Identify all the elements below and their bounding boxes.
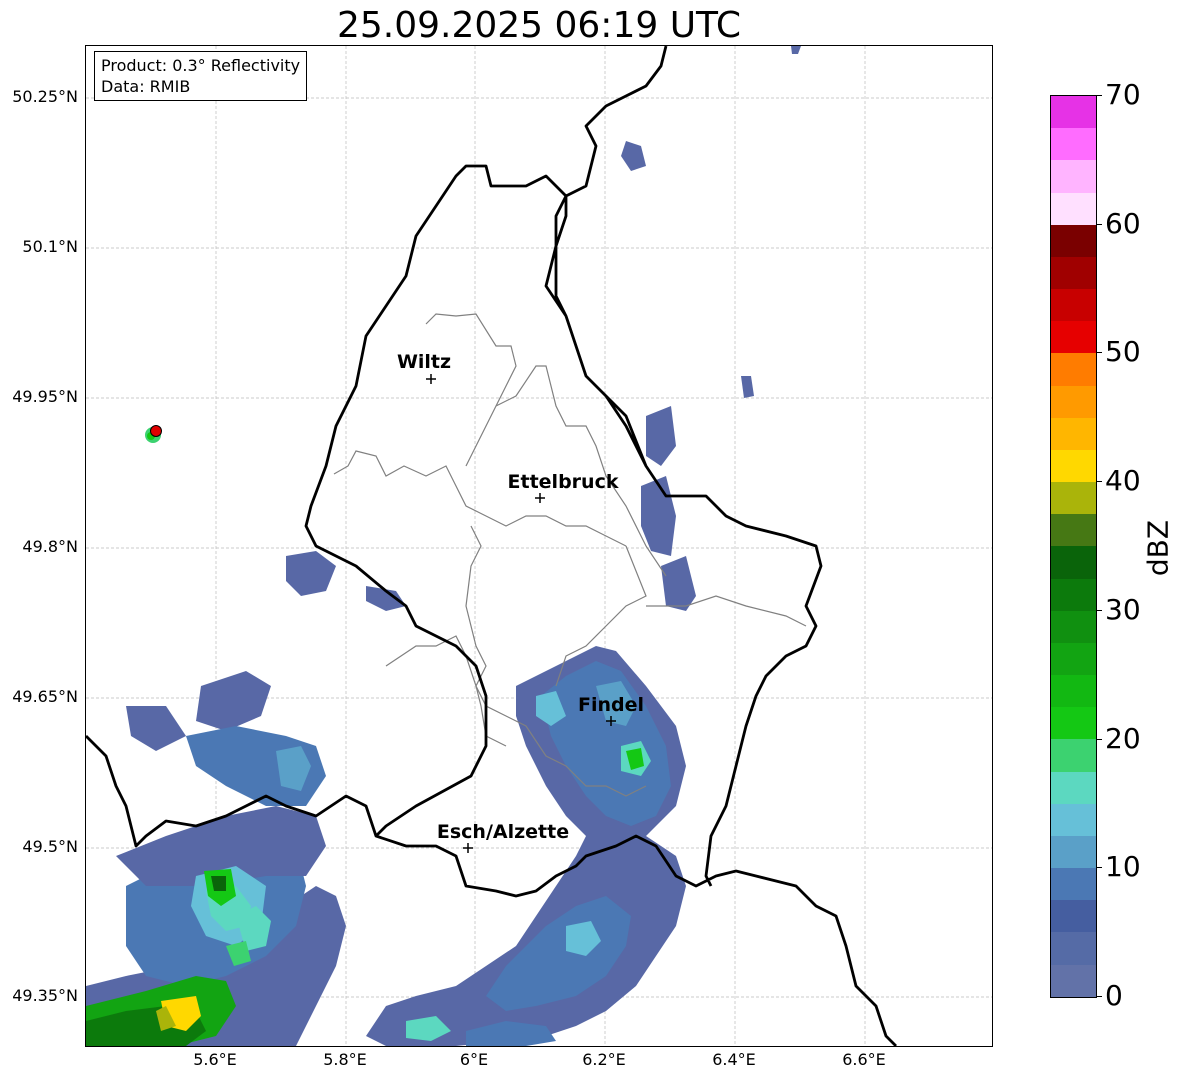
colorbar-tick-label: 0 — [1105, 979, 1123, 1012]
colorbar-segment — [1051, 932, 1096, 965]
y-tick-label: 49.95°N — [12, 387, 78, 406]
radar-map[interactable] — [85, 45, 993, 1047]
colorbar-tick — [1096, 867, 1102, 868]
colorbar-tick-label: 20 — [1105, 722, 1141, 755]
colorbar-segment — [1051, 449, 1096, 483]
colorbar-segment — [1051, 256, 1096, 290]
colorbar-tick-label: 30 — [1105, 593, 1141, 626]
y-tick-label: 49.65°N — [12, 687, 78, 706]
colorbar-tick — [1096, 996, 1102, 997]
colorbar-tick — [1096, 739, 1102, 740]
colorbar-segment — [1051, 739, 1096, 772]
colorbar-segment — [1051, 224, 1096, 257]
colorbar-segment — [1051, 289, 1096, 322]
x-tick-label: 6.4°E — [712, 1050, 756, 1069]
colorbar-tick — [1096, 610, 1102, 611]
colorbar-tick-label: 60 — [1105, 207, 1141, 240]
colorbar-tick-label: 70 — [1105, 78, 1141, 111]
colorbar-segment — [1051, 707, 1096, 740]
colorbar-segment — [1051, 578, 1096, 611]
colorbar-title: dBZ — [1141, 519, 1175, 577]
map-canvas — [86, 46, 992, 1046]
colorbar-segment — [1051, 385, 1096, 418]
colorbar-tick-label: 40 — [1105, 464, 1141, 497]
chart-title: 25.09.2025 06:19 UTC — [336, 5, 742, 46]
radar-site-marker — [150, 425, 162, 437]
colorbar-segment — [1051, 160, 1096, 193]
colorbar-segment — [1051, 642, 1096, 676]
x-tick-label: 6.2°E — [582, 1050, 626, 1069]
colorbar — [1050, 95, 1097, 998]
colorbar-segment — [1051, 514, 1096, 547]
colorbar-segment — [1051, 964, 1096, 997]
colorbar-tick — [1096, 95, 1102, 96]
colorbar-segment — [1051, 321, 1096, 354]
product-label: Product: 0.3° Reflectivity — [101, 56, 301, 75]
data-source-label: Data: RMIB — [101, 77, 191, 96]
y-tick-label: 50.25°N — [12, 87, 78, 106]
city-label-esch-alzette: Esch/Alzette — [436, 821, 570, 843]
colorbar-tick — [1096, 481, 1102, 482]
city-label-wiltz: Wiltz — [396, 351, 452, 373]
colorbar-segment — [1051, 128, 1096, 161]
colorbar-segment — [1051, 353, 1096, 386]
colorbar-segment — [1051, 96, 1096, 129]
colorbar-tick — [1096, 352, 1102, 353]
colorbar-tick — [1096, 224, 1102, 225]
colorbar-segment — [1051, 192, 1096, 225]
colorbar-segment — [1051, 900, 1096, 933]
colorbar-segment — [1051, 675, 1096, 708]
colorbar-segment — [1051, 803, 1096, 836]
y-tick-label: 49.8°N — [22, 537, 78, 556]
colorbar-tick-label: 50 — [1105, 335, 1141, 368]
colorbar-segment — [1051, 771, 1096, 804]
colorbar-tick-label: 10 — [1105, 850, 1141, 883]
x-tick-label: 5.8°E — [323, 1050, 367, 1069]
city-label-ettelbruck: Ettelbruck — [507, 471, 619, 493]
y-tick-label: 49.5°N — [22, 837, 78, 856]
city-label-findel: Findel — [577, 694, 645, 716]
x-tick-label: 5.6°E — [193, 1050, 237, 1069]
product-info-box: Product: 0.3° Reflectivity Data: RMIB — [94, 51, 308, 101]
colorbar-segment — [1051, 417, 1096, 450]
colorbar-segment — [1051, 610, 1096, 643]
colorbar-segment — [1051, 835, 1096, 869]
x-tick-label: 6.6°E — [842, 1050, 886, 1069]
colorbar-segment — [1051, 868, 1096, 901]
y-tick-label: 49.35°N — [12, 986, 78, 1005]
y-tick-label: 50.1°N — [22, 237, 78, 256]
colorbar-segment — [1051, 546, 1096, 579]
colorbar-segment — [1051, 482, 1096, 515]
x-tick-label: 6°E — [459, 1050, 489, 1069]
